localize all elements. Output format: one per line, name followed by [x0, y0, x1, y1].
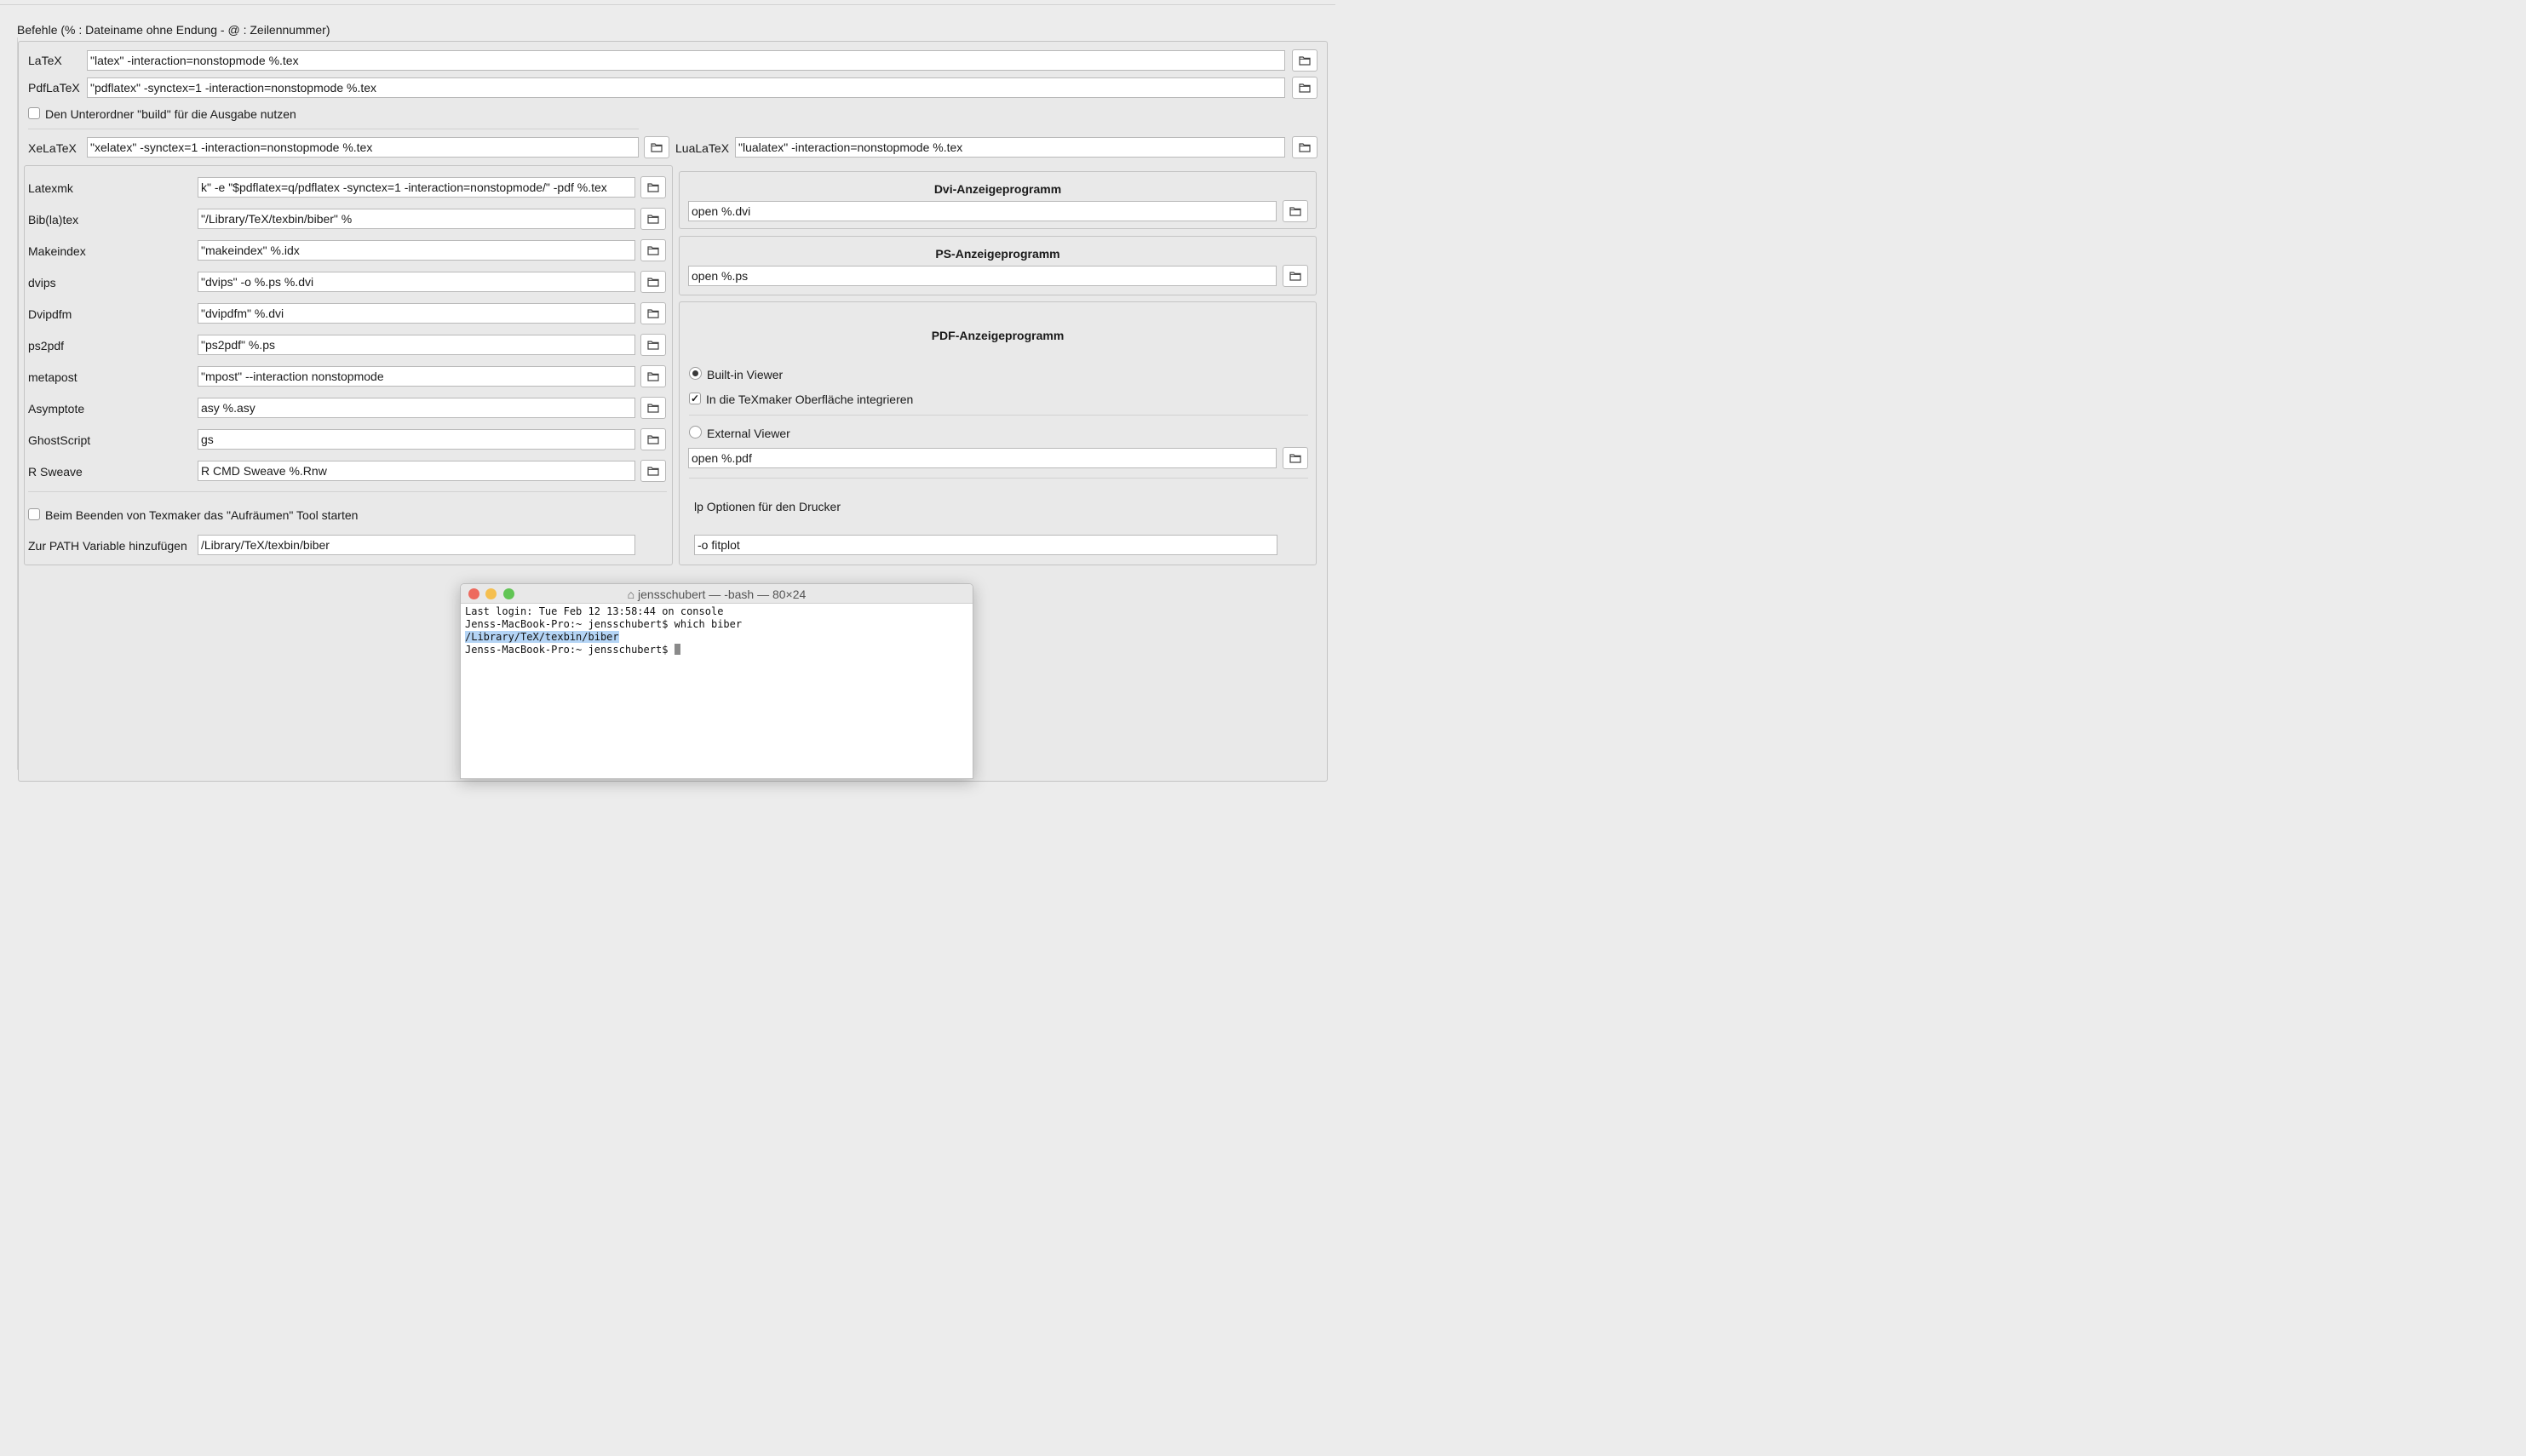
metapost-browse-button[interactable] [640, 365, 666, 387]
top-divider [0, 4, 1335, 5]
latex-command-input[interactable]: "latex" -interaction=nonstopmode %.tex [87, 50, 1285, 71]
folder-icon [647, 246, 659, 255]
terminal-title-text: jensschubert — -bash — 80×24 [638, 588, 807, 601]
lp-options-label: lp Optionen für den Drucker [694, 500, 841, 513]
path-input[interactable]: /Library/TeX/texbin/biber [198, 535, 635, 555]
terminal-titlebar[interactable]: ⌂ jensschubert — -bash — 80×24 [461, 584, 973, 604]
build-subfolder-label: Den Unterordner "build" für die Ausgabe … [45, 107, 296, 121]
latex-label: LaTeX [28, 54, 62, 67]
integrate-checkbox[interactable]: ✓ [689, 393, 701, 404]
home-icon: ⌂ [627, 588, 635, 601]
dvipdfm-label: Dvipdfm [28, 307, 72, 321]
folder-icon [1289, 207, 1301, 216]
ghostscript-label: GhostScript [28, 433, 91, 447]
builtin-viewer-radio[interactable] [689, 367, 702, 380]
rsweave-browse-button[interactable] [640, 460, 666, 482]
dvipdfm-command-input[interactable]: "dvipdfm" %.dvi [198, 303, 635, 324]
terminal-output[interactable]: Last login: Tue Feb 12 13:58:44 on conso… [461, 604, 973, 658]
pdf-viewer-title: PDF-Anzeigeprogramm [931, 329, 1065, 342]
biblatex-command-input[interactable]: "/Library/TeX/texbin/biber" % [198, 209, 635, 229]
folder-icon [647, 309, 659, 318]
metapost-label: metapost [28, 370, 78, 384]
latexmk-browse-button[interactable] [640, 176, 666, 198]
folder-icon [647, 467, 659, 476]
asymptote-label: Asymptote [28, 402, 85, 416]
folder-icon [1299, 83, 1311, 93]
cleanup-label: Beim Beenden von Texmaker das "Aufräumen… [45, 508, 359, 522]
lualatex-browse-button[interactable] [1292, 136, 1318, 158]
biblatex-browse-button[interactable] [640, 208, 666, 230]
dvipdfm-browse-button[interactable] [640, 302, 666, 324]
pdflatex-command-input[interactable]: "pdflatex" -synctex=1 -interaction=nonst… [87, 77, 1285, 98]
asymptote-command-input[interactable]: asy %.asy [198, 398, 635, 418]
folder-icon [1289, 272, 1301, 281]
folder-icon [647, 215, 659, 224]
ps-viewer-input[interactable]: open %.ps [688, 266, 1277, 286]
separator [689, 478, 1308, 479]
latex-browse-button[interactable] [1292, 49, 1318, 72]
latexmk-label: Latexmk [28, 181, 73, 195]
external-viewer-browse-button[interactable] [1283, 447, 1308, 469]
dvi-viewer-browse-button[interactable] [1283, 200, 1308, 222]
folder-icon [647, 372, 659, 381]
terminal-line: Last login: Tue Feb 12 13:58:44 on conso… [465, 605, 724, 617]
build-subfolder-checkbox[interactable] [28, 107, 40, 119]
terminal-window[interactable]: ⌂ jensschubert — -bash — 80×24 Last logi… [460, 583, 973, 779]
makeindex-browse-button[interactable] [640, 239, 666, 261]
separator [28, 491, 667, 492]
cleanup-checkbox[interactable] [28, 508, 40, 520]
asymptote-browse-button[interactable] [640, 397, 666, 419]
ps-viewer-browse-button[interactable] [1283, 265, 1308, 287]
lualatex-label: LuaLaTeX [675, 141, 730, 155]
dvips-label: dvips [28, 276, 56, 289]
section-title: Befehle (% : Dateiname ohne Endung - @ :… [17, 23, 330, 37]
folder-icon [1299, 143, 1311, 152]
builtin-viewer-label: Built-in Viewer [707, 368, 784, 381]
terminal-cursor [674, 644, 680, 655]
biblatex-label: Bib(la)tex [28, 213, 79, 226]
folder-icon [647, 278, 659, 287]
folder-icon [647, 183, 659, 192]
xelatex-label: XeLaTeX [28, 141, 77, 155]
ghostscript-browse-button[interactable] [640, 428, 666, 450]
path-label: Zur PATH Variable hinzufügen [28, 539, 187, 553]
makeindex-label: Makeindex [28, 244, 86, 258]
metapost-command-input[interactable]: "mpost" --interaction nonstopmode [198, 366, 635, 387]
terminal-title: ⌂ jensschubert — -bash — 80×24 [461, 587, 973, 602]
rsweave-command-input[interactable]: R CMD Sweave %.Rnw [198, 461, 635, 481]
ghostscript-command-input[interactable]: gs [198, 429, 635, 450]
folder-icon [647, 404, 659, 413]
external-viewer-label: External Viewer [707, 427, 790, 440]
xelatex-command-input[interactable]: "xelatex" -synctex=1 -interaction=nonsto… [87, 137, 639, 158]
latexmk-command-input[interactable]: k" -e "$pdflatex=q/pdflatex -synctex=1 -… [198, 177, 635, 198]
ps2pdf-browse-button[interactable] [640, 334, 666, 356]
dvips-browse-button[interactable] [640, 271, 666, 293]
folder-icon [1299, 56, 1311, 66]
folder-icon [647, 341, 659, 350]
ps2pdf-command-input[interactable]: "ps2pdf" %.ps [198, 335, 635, 355]
folder-icon [651, 143, 663, 152]
dvi-viewer-title: Dvi-Anzeigeprogramm [933, 182, 1062, 196]
pdflatex-browse-button[interactable] [1292, 77, 1318, 99]
folder-icon [1289, 454, 1301, 463]
terminal-selected-output: /Library/TeX/texbin/biber [465, 631, 619, 643]
ps2pdf-label: ps2pdf [28, 339, 65, 353]
lualatex-command-input[interactable]: "lualatex" -interaction=nonstopmode %.te… [735, 137, 1285, 158]
terminal-prompt: Jenss-MacBook-Pro:~ jensschubert$ [465, 644, 675, 656]
dvi-viewer-input[interactable]: open %.dvi [688, 201, 1277, 221]
ps-viewer-title: PS-Anzeigeprogramm [935, 247, 1060, 261]
pdflatex-label: PdfLaTeX [28, 81, 80, 95]
rsweave-label: R Sweave [28, 465, 83, 479]
separator [689, 415, 1308, 416]
makeindex-command-input[interactable]: "makeindex" %.idx [198, 240, 635, 261]
external-viewer-radio[interactable] [689, 426, 702, 439]
integrate-label: In die TeXmaker Oberfläche integrieren [706, 393, 914, 406]
folder-icon [647, 435, 659, 444]
lp-options-input[interactable]: -o fitplot [694, 535, 1277, 555]
xelatex-browse-button[interactable] [644, 136, 669, 158]
external-viewer-input[interactable]: open %.pdf [688, 448, 1277, 468]
terminal-line: Jenss-MacBook-Pro:~ jensschubert$ which … [465, 618, 743, 630]
dvips-command-input[interactable]: "dvips" -o %.ps %.dvi [198, 272, 635, 292]
